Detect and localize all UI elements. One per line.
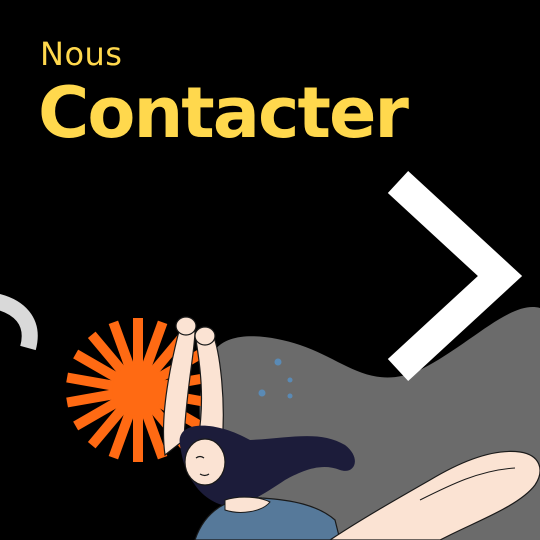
contact-card: Nous Contacter (0, 0, 540, 540)
hook-shape (0, 294, 38, 351)
illustration (0, 170, 540, 540)
swimmer-face (184, 438, 226, 486)
